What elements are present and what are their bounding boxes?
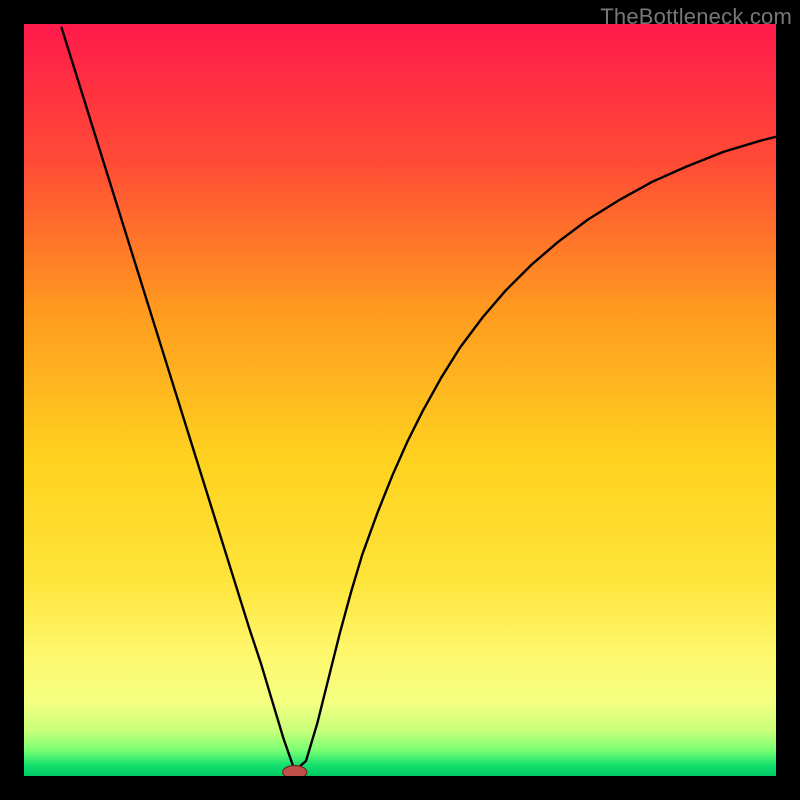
chart-svg — [24, 24, 776, 776]
gradient-background — [24, 24, 776, 776]
optimal-marker — [283, 765, 307, 776]
plot-area — [24, 24, 776, 776]
watermark-text: TheBottleneck.com — [600, 4, 792, 30]
chart-frame: TheBottleneck.com — [0, 0, 800, 800]
